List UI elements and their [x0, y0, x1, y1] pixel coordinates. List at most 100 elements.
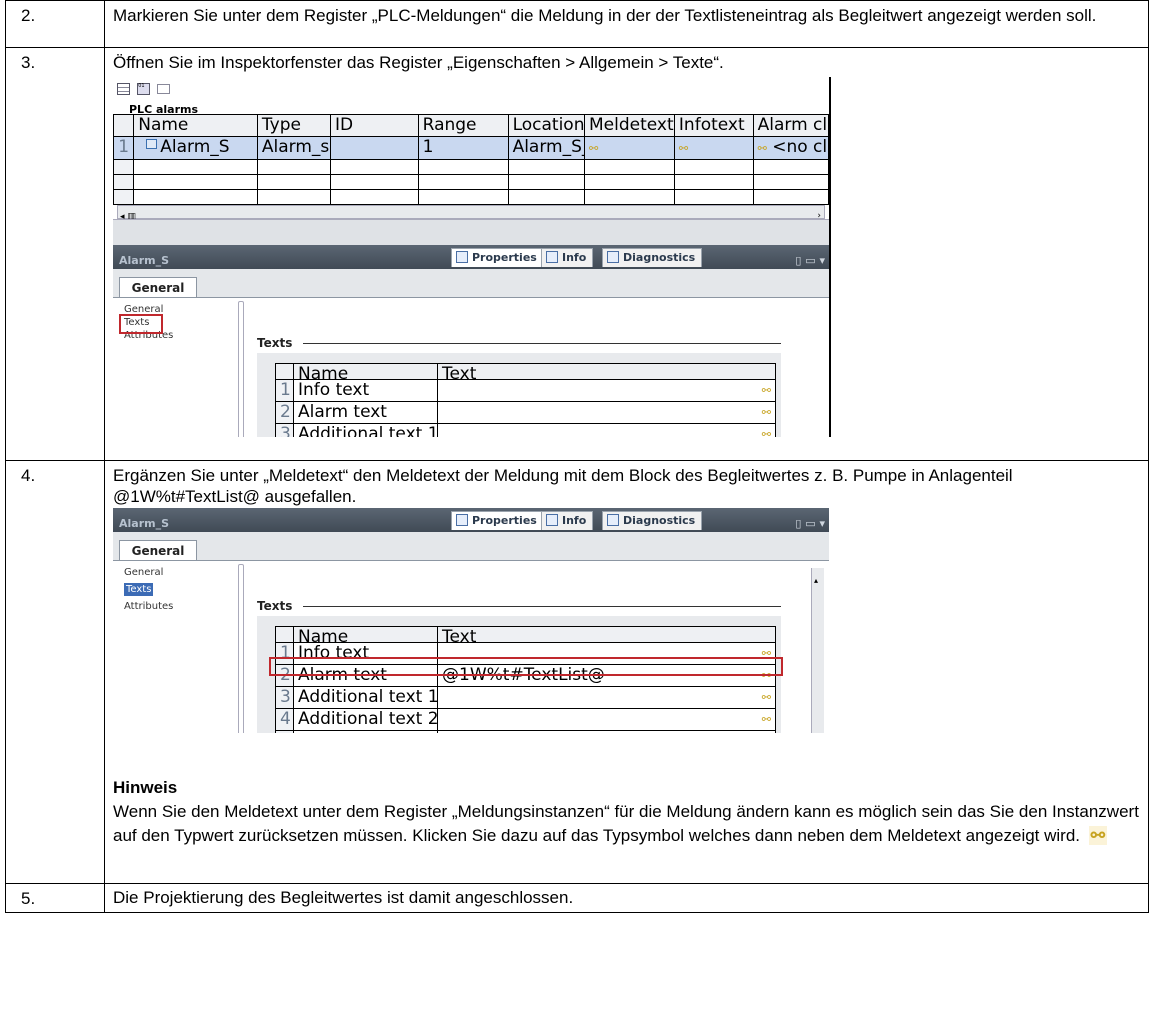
alarm-class[interactable]: <no clas — [772, 138, 827, 158]
table-row[interactable]: 3 Additional text 1 ⚯ — [275, 423, 776, 437]
info-icon — [546, 514, 558, 526]
alarm-id[interactable] — [329, 136, 419, 160]
link-icon[interactable]: ⚯ — [762, 403, 771, 423]
text-value[interactable]: ⚯ — [437, 686, 776, 709]
row-number: 4 — [275, 708, 294, 731]
alarm-type[interactable]: Alarm_s — [256, 136, 331, 160]
link-icon[interactable]: ⚯ — [589, 142, 598, 155]
highlight-texts — [119, 314, 163, 334]
row-number: 2 — [275, 401, 294, 424]
text-name: Info text — [293, 379, 438, 402]
alarm-location[interactable]: Alarm_S_FB — [507, 136, 586, 160]
step-text: Ergänzen Sie unter „Meldetext“ den Melde… — [113, 466, 1013, 506]
inspector-nav: General Texts Attributes — [124, 566, 173, 613]
text-name: Additional text 3 — [293, 730, 438, 733]
text-name: Additional text 2 — [293, 708, 438, 731]
table-row[interactable]: 1 Alarm_S Alarm_s 1 Alarm_S_FB ⚯ ⚯ ⚯ <no… — [113, 136, 829, 160]
table-row[interactable]: 4 Additional text 2 ⚯ — [275, 708, 776, 731]
screenshot-plc-alarms: 01 PLC alarms Name Type ID Range Locatio… — [113, 77, 831, 437]
tab-info[interactable]: Info — [541, 248, 594, 267]
nav-general[interactable]: General — [124, 566, 173, 579]
row-number: 3 — [275, 423, 294, 437]
note-text: Wenn Sie den Meldetext unter dem Registe… — [113, 802, 1139, 845]
row-number: 5 — [275, 730, 294, 733]
text-value[interactable]: ⚯ — [437, 708, 776, 731]
step-text: Die Projektierung des Begleitwertes ist … — [113, 888, 574, 907]
inspector-header: Alarm_S Properties Info Diagnostics ▯ ▭ … — [113, 245, 829, 269]
properties-icon — [456, 514, 468, 526]
table-row[interactable]: 1 Info text ⚯ — [275, 379, 776, 402]
info-icon — [546, 251, 558, 263]
col-name[interactable]: Name — [133, 114, 258, 137]
diagnostics-icon — [607, 514, 619, 526]
tab-diagnostics[interactable]: Diagnostics — [602, 248, 703, 267]
table-icon[interactable] — [117, 83, 130, 95]
instruction-table: 2. Markieren Sie unter dem Register „PLC… — [5, 0, 1149, 913]
col-infotext[interactable]: Infotext — [673, 114, 754, 137]
text-value[interactable]: ⚯ — [437, 423, 776, 437]
hex-icon[interactable]: 01 — [137, 83, 151, 95]
tab-general[interactable]: General — [119, 540, 197, 561]
col-location[interactable]: Location — [507, 114, 586, 137]
step-number: 2. — [5, 0, 105, 48]
scroll-up-icon[interactable]: ▴ — [814, 570, 818, 591]
nav-texts[interactable]: Texts — [124, 583, 154, 596]
step-text: Öffnen Sie im Inspektorfenster das Regis… — [113, 53, 724, 72]
alarm-range[interactable]: 1 — [417, 136, 509, 160]
toolbar: 01 — [117, 79, 171, 100]
step-text: Markieren Sie unter dem Register „PLC-Me… — [113, 6, 1097, 25]
section-title: Texts — [257, 599, 293, 613]
horizontal-scrollbar[interactable]: ◂ ▥ › — [117, 205, 825, 222]
tab-diagnostics[interactable]: Diagnostics — [602, 511, 703, 530]
link-icon[interactable]: ⚯ — [762, 381, 771, 401]
col-alarm-class[interactable]: Alarm class — [752, 114, 829, 137]
plc-alarms-grid: Name Type ID Range Location Meldetext In… — [113, 114, 829, 205]
alarm-name[interactable]: Alarm_S — [160, 138, 229, 158]
text-value[interactable]: ⚯ — [437, 401, 776, 424]
highlight-alarm-text — [269, 657, 783, 676]
link-icon: ⚯ — [1088, 826, 1108, 845]
tab-properties[interactable]: Properties — [451, 511, 544, 530]
inspector-header: Alarm_S Properties Info Diagnostics ▯ ▭ … — [113, 508, 829, 532]
texts-rows: 1 Info text ⚯ 2 Alarm text @1W%t#TextList@ ⚯ 3 A… — [275, 642, 776, 733]
link-icon[interactable]: ⚯ — [762, 425, 771, 437]
tab-properties[interactable]: Properties — [451, 248, 544, 267]
vertical-scrollbar[interactable]: ▴ — [811, 568, 824, 733]
nav-attributes[interactable]: Attributes — [124, 600, 173, 613]
col-meldetext[interactable]: Meldetext — [584, 114, 675, 137]
window-controls-icon[interactable]: ▯ ▭ ▾ — [795, 250, 825, 271]
step-number: 5. — [5, 883, 105, 913]
link-icon[interactable]: ⚯ — [762, 710, 771, 730]
link-icon[interactable]: ⚯ — [762, 688, 771, 708]
col-id[interactable]: ID — [329, 114, 419, 137]
table-row[interactable]: 2 Alarm text ⚯ — [275, 401, 776, 424]
screenshot-texts-edit: Alarm_S Properties Info Diagnostics ▯ ▭ … — [113, 508, 829, 733]
section-title: Texts — [257, 336, 293, 350]
diagnostics-icon — [607, 251, 619, 263]
table-row[interactable]: 3 Additional text 1 ⚯ — [275, 686, 776, 709]
alarm-icon — [146, 139, 158, 149]
col-type[interactable]: Type — [256, 114, 331, 137]
row-number: 1 — [275, 379, 294, 402]
text-name: Additional text 1 — [293, 423, 438, 437]
step-number: 3. — [5, 47, 105, 461]
window-controls-icon[interactable]: ▯ ▭ ▾ — [795, 513, 825, 534]
col-range[interactable]: Range — [417, 114, 509, 137]
inspector-object: Alarm_S — [119, 517, 170, 530]
link-icon[interactable]: ⚯ — [679, 142, 688, 155]
inspector-object: Alarm_S — [119, 254, 170, 267]
text-name: Alarm text — [293, 401, 438, 424]
table-row[interactable]: 5Additional text 3 ⚯ — [275, 730, 776, 734]
mail-icon[interactable] — [157, 84, 171, 94]
tab-general[interactable]: General — [119, 277, 197, 298]
link-icon[interactable]: ⚯ — [758, 142, 767, 155]
step-number: 4. — [5, 460, 105, 884]
link-icon[interactable]: ⚯ — [762, 732, 771, 734]
text-value[interactable]: ⚯ — [437, 730, 776, 734]
properties-icon — [456, 251, 468, 263]
tab-info[interactable]: Info — [541, 511, 594, 530]
texts-rows: 1 Info text ⚯ 2 Alarm text ⚯ 3 Additional text … — [275, 379, 776, 437]
text-name: Additional text 1 — [293, 686, 438, 709]
text-value[interactable]: ⚯ — [437, 379, 776, 402]
row-number: 3 — [275, 686, 294, 709]
